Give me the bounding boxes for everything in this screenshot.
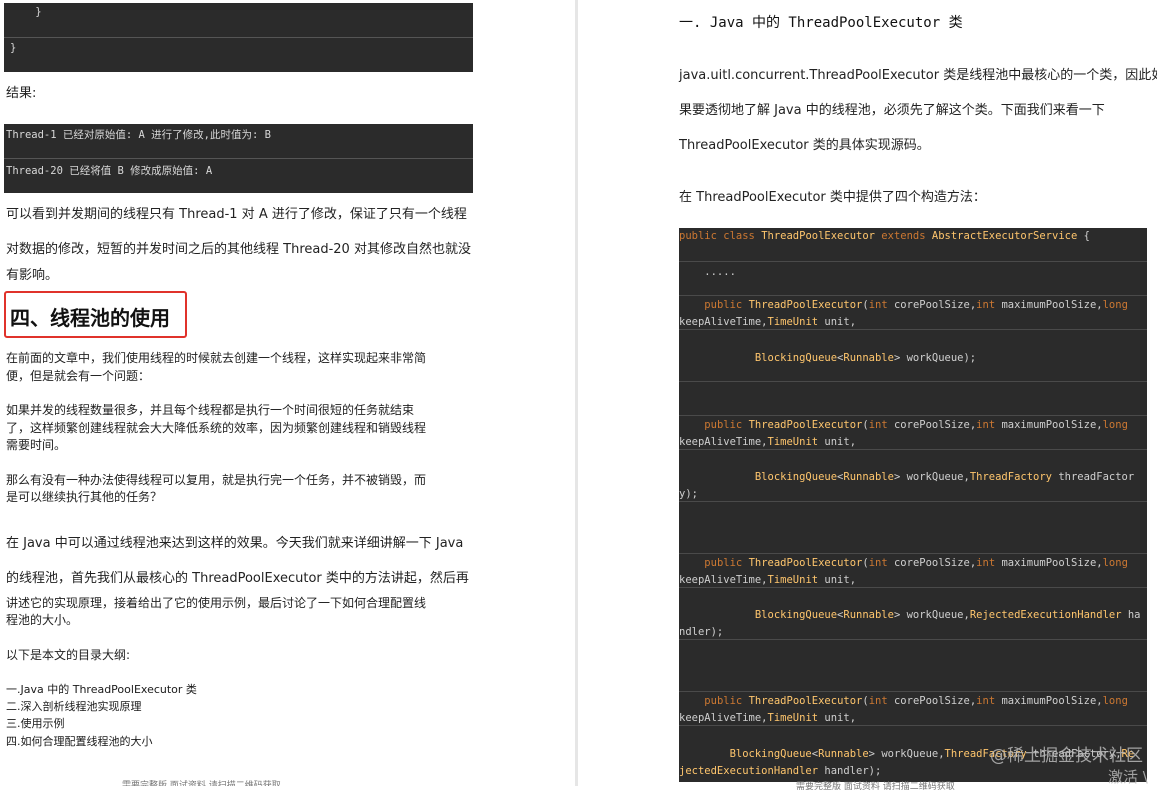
code-text: public ThreadPoolExecutor(int corePoolSi… bbox=[704, 557, 1128, 569]
code-text: y); bbox=[679, 488, 698, 500]
code-text: BlockingQueue<Runnable> workQueue,Thread… bbox=[754, 471, 1135, 483]
code-line: } bbox=[4, 3, 473, 37]
paragraph-line: 在前面的文章中，我们使用线程的时候就去创建一个线程，这样实现起来非常简 bbox=[6, 351, 427, 365]
paragraph-line: 需要时间。 bbox=[6, 438, 67, 452]
code-row: public ThreadPoolExecutor(int corePoolSi… bbox=[679, 296, 1147, 330]
output-line: Thread-1 已经对原始值: A 进行了修改,此时值为: B bbox=[4, 124, 473, 158]
paragraph-line: 是可以继续执行其他的任务？ bbox=[6, 490, 163, 504]
paragraph-line: 有影响。 bbox=[6, 268, 59, 283]
code-snippet-top: } } bbox=[4, 3, 473, 72]
paragraph-line: 程池的大小。 bbox=[6, 613, 79, 627]
code-text: public ThreadPoolExecutor(int corePoolSi… bbox=[704, 419, 1128, 431]
code-text: jectedExecutionHandler handler); bbox=[679, 765, 882, 777]
page-divider bbox=[575, 0, 578, 786]
code-row: public ThreadPoolExecutor(int corePoolSi… bbox=[679, 416, 1147, 450]
code-text: BlockingQueue<Runnable> workQueue,Reject… bbox=[754, 609, 1141, 621]
code-row: public class ThreadPoolExecutor extends … bbox=[679, 228, 1147, 262]
paragraph-line: 讲述它的实现原理，接着给出了它的使用示例，最后讨论了一下如何合理配置线 bbox=[6, 596, 427, 610]
paragraph-line: 在 ThreadPoolExecutor 类中提供了四个构造方法： bbox=[679, 190, 986, 205]
section-title: 一. Java 中的 ThreadPoolExecutor 类 bbox=[679, 15, 963, 31]
code-row bbox=[679, 502, 1147, 554]
outline-item[interactable]: 四.如何合理配置线程池的大小 bbox=[6, 733, 153, 749]
outline-item[interactable]: 三.使用示例 bbox=[6, 715, 65, 731]
code-text: ndler); bbox=[679, 626, 724, 638]
output-text: Thread-1 已经对原始值: A 进行了修改,此时值为: B bbox=[6, 129, 271, 141]
code-text: public class ThreadPoolExecutor extends … bbox=[679, 230, 1090, 242]
outline-item[interactable]: 一.Java 中的 ThreadPoolExecutor 类 bbox=[6, 681, 197, 697]
page-footer: 需要完整版 面试资料 请扫描二维码获取 bbox=[122, 781, 281, 786]
code-text: } bbox=[10, 6, 42, 18]
output-text: Thread-20 已经将值 B 修改成原始值: A bbox=[6, 165, 213, 177]
paragraph-line: 对数据的修改，短暂的并发时间之后的其他线程 Thread-20 对其修改自然也就… bbox=[6, 242, 471, 257]
left-page: } } 结果: Thread-1 已经对原始值: A 进行了修改,此时值为: B… bbox=[0, 0, 575, 786]
section-heading: 四、线程池的使用 bbox=[10, 306, 170, 330]
code-text: keepAliveTime,TimeUnit unit, bbox=[679, 316, 857, 328]
paragraph-line: 果要透彻地了解 Java 中的线程池，必须先了解这个类。下面我们来看一下 bbox=[679, 103, 1105, 118]
code-row: BlockingQueue<Runnable> workQueue); bbox=[679, 330, 1147, 382]
code-row: public ThreadPoolExecutor(int corePoolSi… bbox=[679, 554, 1147, 588]
code-text: keepAliveTime,TimeUnit unit, bbox=[679, 574, 857, 586]
code-text: keepAliveTime,TimeUnit unit, bbox=[679, 712, 857, 724]
code-text: public ThreadPoolExecutor(int corePoolSi… bbox=[704, 695, 1128, 707]
paragraph-line: java.uitl.concurrent.ThreadPoolExecutor … bbox=[679, 68, 1157, 83]
paragraph-line: ThreadPoolExecutor 类的具体实现源码。 bbox=[679, 138, 930, 153]
section-heading-highlight: 四、线程池的使用 bbox=[4, 291, 187, 338]
code-row bbox=[679, 382, 1147, 416]
result-output-box: Thread-1 已经对原始值: A 进行了修改,此时值为: B Thread-… bbox=[4, 124, 473, 193]
code-text: ..... bbox=[679, 266, 736, 278]
paragraph-line: 的线程池，首先我们从最核心的 ThreadPoolExecutor 类中的方法讲… bbox=[6, 571, 469, 586]
paragraph-line: 如果并发的线程数量很多，并且每个线程都是执行一个时间很短的任务就结束 bbox=[6, 403, 415, 417]
paragraph-line: 了，这样频繁创建线程就会大大降低系统的效率，因为频繁创建线程和销毁线程 bbox=[6, 421, 427, 435]
watermark: @稀土掘金技术社区 bbox=[990, 746, 1143, 766]
watermark-activate: 激活 \ bbox=[1108, 768, 1148, 786]
code-row: BlockingQueue<Runnable> workQueue,Thread… bbox=[679, 450, 1147, 502]
code-row: BlockingQueue<Runnable> workQueue,Reject… bbox=[679, 588, 1147, 640]
code-text: public ThreadPoolExecutor(int corePoolSi… bbox=[704, 299, 1128, 311]
java-code-block: public class ThreadPoolExecutor extends … bbox=[679, 228, 1147, 782]
paragraph-line: 那么有没有一种办法使得线程可以复用，就是执行完一个任务，并不被销毁，而 bbox=[6, 473, 427, 487]
outline-item[interactable]: 二.深入剖析线程池实现原理 bbox=[6, 698, 142, 714]
code-text: keepAliveTime,TimeUnit unit, bbox=[679, 436, 857, 448]
paragraph-line: 便，但是就会有一个问题： bbox=[6, 369, 151, 383]
output-line: Thread-20 已经将值 B 修改成原始值: A bbox=[4, 158, 473, 192]
outline-intro: 以下是本文的目录大纲: bbox=[6, 648, 131, 662]
code-text: BlockingQueue<Runnable> workQueue); bbox=[754, 352, 977, 364]
paragraph-line: 可以看到并发期间的线程只有 Thread-1 对 A 进行了修改，保证了只有一个… bbox=[6, 207, 467, 222]
code-row: public ThreadPoolExecutor(int corePoolSi… bbox=[679, 692, 1147, 726]
result-label: 结果: bbox=[6, 86, 37, 101]
paragraph-line: 在 Java 中可以通过线程池来达到这样的效果。今天我们就来详细讲解一下 Jav… bbox=[6, 536, 464, 551]
code-text: } bbox=[10, 42, 17, 54]
code-line: } bbox=[4, 37, 473, 71]
code-row: ..... bbox=[679, 262, 1147, 296]
code-row bbox=[679, 640, 1147, 692]
